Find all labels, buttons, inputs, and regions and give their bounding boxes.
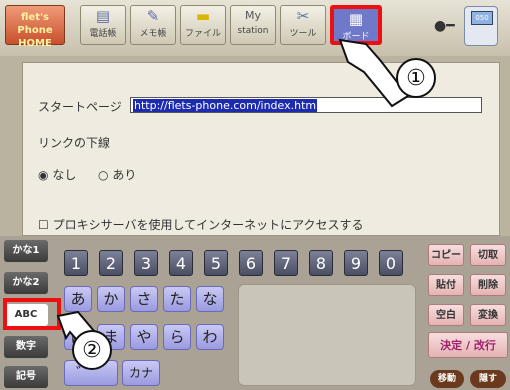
annotation-arrows <box>56 38 410 364</box>
callout-two: ② <box>72 330 112 370</box>
callout-one: ① <box>396 58 436 98</box>
